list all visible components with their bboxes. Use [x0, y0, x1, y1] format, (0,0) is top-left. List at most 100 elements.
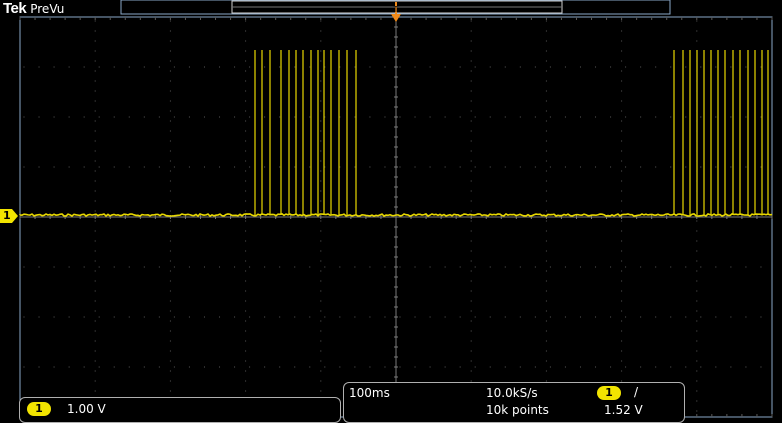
sample-rate: 10.0kS/s — [486, 386, 538, 400]
grid-dot — [696, 300, 698, 302]
grid-dot — [470, 370, 472, 372]
grid-dot — [621, 60, 623, 62]
grid-dot — [245, 230, 247, 232]
grid-dot — [245, 40, 247, 42]
grid-dot — [429, 166, 431, 168]
grid-dot — [320, 30, 322, 32]
grid-dot — [249, 116, 251, 118]
grid-dot — [143, 116, 145, 118]
grid-dot — [564, 66, 566, 68]
grid-dot — [234, 316, 236, 318]
grid-dot — [128, 266, 130, 268]
grid-dot — [700, 266, 702, 268]
horizontal-trigger-readout[interactable]: 100ms 10.0kS/s 10k points 1 / 1.52 V — [343, 382, 685, 423]
grid-dot — [414, 166, 416, 168]
grid-dot — [655, 166, 657, 168]
grid-dot — [53, 166, 55, 168]
grid-dot — [264, 166, 266, 168]
grid-dot — [685, 66, 687, 68]
grid-dot — [320, 310, 322, 312]
grid-dot — [610, 66, 612, 68]
grid-dot — [320, 300, 322, 302]
grid-dot — [169, 70, 171, 72]
grid-dot — [173, 166, 175, 168]
grid-dot — [470, 340, 472, 342]
grid-dot — [489, 366, 491, 368]
grid-dot — [94, 280, 96, 282]
grid-dot — [621, 350, 623, 352]
grid-dot — [399, 66, 401, 68]
grid-dot — [579, 316, 581, 318]
grid-dot — [169, 390, 171, 392]
grid-dot — [700, 66, 702, 68]
grid-dot — [414, 66, 416, 68]
grid-dot — [730, 66, 732, 68]
grid-dot — [169, 120, 171, 122]
grid-dot — [621, 20, 623, 22]
grid-dot — [245, 280, 247, 282]
grid-dot — [621, 110, 623, 112]
grid-dot — [715, 316, 717, 318]
grid-dot — [38, 266, 40, 268]
grid-dot — [384, 166, 386, 168]
grid-dot — [249, 166, 251, 168]
grid-dot — [245, 70, 247, 72]
waveform-graticule[interactable]: T — [0, 0, 782, 423]
grid-dot — [169, 50, 171, 52]
grid-dot — [169, 280, 171, 282]
grid-dot — [534, 316, 536, 318]
grid-dot — [320, 330, 322, 332]
grid-dot — [564, 266, 566, 268]
grid-dot — [610, 166, 612, 168]
grid-dot — [309, 316, 311, 318]
grid-dot — [621, 200, 623, 202]
grid-dot — [564, 366, 566, 368]
vertical-scale: 1.00 V — [67, 402, 106, 416]
grid-dot — [113, 366, 115, 368]
grid-dot — [279, 116, 281, 118]
grid-dot — [245, 120, 247, 122]
grid-dot — [320, 150, 322, 152]
grid-dot — [595, 116, 597, 118]
grid-dot — [279, 266, 281, 268]
grid-dot — [470, 240, 472, 242]
grid-dot — [320, 50, 322, 52]
channel-1-readout[interactable]: 1 1.00 V — [19, 397, 341, 423]
grid-dot — [414, 316, 416, 318]
grid-dot — [640, 266, 642, 268]
grid-dot — [320, 390, 322, 392]
grid-dot — [470, 320, 472, 322]
grid-dot — [489, 316, 491, 318]
grid-dot — [94, 120, 96, 122]
grid-dot — [399, 316, 401, 318]
grid-dot — [519, 166, 521, 168]
grid-dot — [169, 200, 171, 202]
grid-dot — [169, 90, 171, 92]
grid-dot — [595, 266, 597, 268]
grid-dot — [309, 116, 311, 118]
grid-dot — [94, 300, 96, 302]
grid-dot — [459, 266, 461, 268]
grid-dot — [545, 250, 547, 252]
grid-dot — [470, 210, 472, 212]
grid-dot — [545, 50, 547, 52]
grid-dot — [245, 250, 247, 252]
grid-dot — [94, 250, 96, 252]
grid-dot — [68, 116, 70, 118]
grid-dot — [545, 340, 547, 342]
grid-dot — [459, 366, 461, 368]
grid-dot — [545, 90, 547, 92]
grid-dot — [444, 366, 446, 368]
grid-dot — [470, 30, 472, 32]
grid-dot — [549, 366, 551, 368]
grid-dot — [264, 366, 266, 368]
grid-dot — [470, 110, 472, 112]
grid-dot — [245, 360, 247, 362]
grid-dot — [470, 360, 472, 362]
grid-dot — [545, 290, 547, 292]
grid-dot — [549, 66, 551, 68]
grid-dot — [309, 66, 311, 68]
grid-dot — [470, 80, 472, 82]
grid-dot — [579, 116, 581, 118]
channel-1-ground-marker[interactable]: 1 — [0, 208, 18, 224]
